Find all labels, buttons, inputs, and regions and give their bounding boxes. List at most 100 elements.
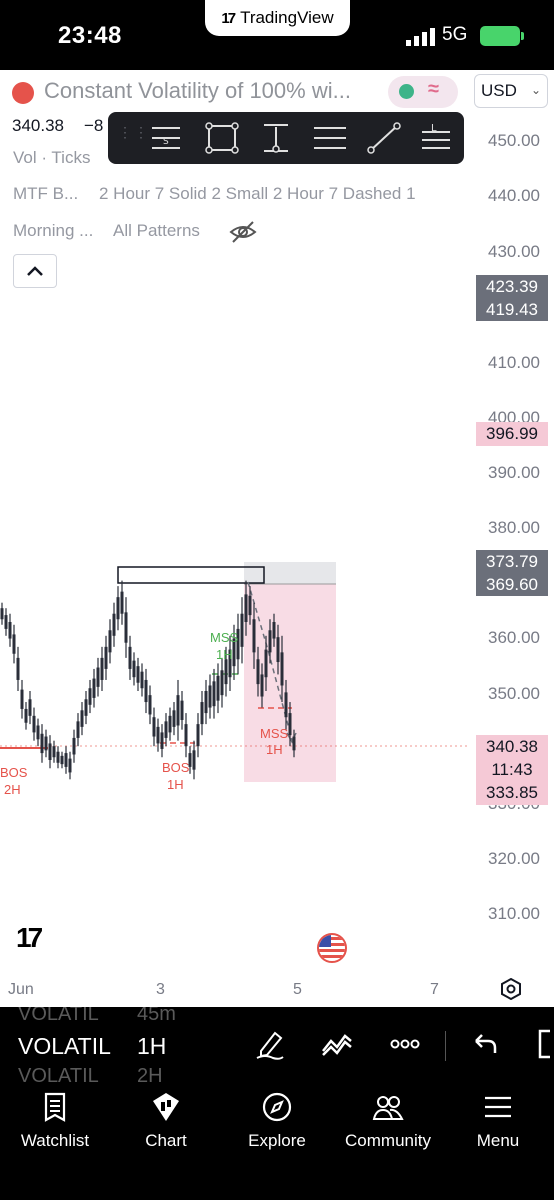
- symbol-title[interactable]: Constant Volatility of 100% wi...: [44, 78, 351, 104]
- price-tick: 360.00: [488, 628, 540, 647]
- candle-body: [84, 699, 88, 716]
- symbol-picker-next[interactable]: VOLATIL: [18, 1065, 99, 1087]
- candle-body: [92, 678, 96, 698]
- zone-header-box: [244, 562, 336, 584]
- symbol-toolbar: VOLATIL 45m VOLATIL 1H VOLATIL 2H: [0, 1007, 554, 1087]
- nav-menu[interactable]: Menu: [443, 1087, 553, 1167]
- chart-area[interactable]: 450.00 440.00 430.00 410.00 400.00 390.0…: [0, 70, 554, 1007]
- price-tag: 369.60: [476, 574, 548, 596]
- chevron-up-icon: [27, 266, 43, 276]
- candle-body: [268, 630, 272, 653]
- candle-body: [28, 699, 32, 716]
- rectangle-icon[interactable]: [204, 122, 240, 154]
- collapse-legend-button[interactable]: [13, 254, 57, 288]
- time-axis[interactable]: Jun 3 5 7: [0, 977, 554, 1007]
- candle-body: [184, 724, 188, 747]
- price-range-icon[interactable]: [258, 122, 294, 154]
- symbol-picker-prev[interactable]: VOLATIL: [18, 1007, 99, 1026]
- watchlist-icon: [44, 1092, 66, 1122]
- candle-body: [140, 671, 144, 689]
- candle-body: [220, 670, 224, 696]
- volume-label[interactable]: Vol · Ticks: [13, 148, 90, 168]
- indicator-settings-row1[interactable]: 2 Hour 7 Solid 2 Small 2 Hour 7 Dashed 1: [99, 184, 416, 204]
- symbol-picker[interactable]: VOLATIL: [18, 1033, 111, 1060]
- candle-body: [20, 689, 24, 709]
- interval-picker-prev[interactable]: 45m: [137, 1007, 176, 1026]
- indicator-morning[interactable]: Morning ...: [13, 221, 93, 241]
- candle-body: [116, 597, 120, 620]
- indicators-icon[interactable]: [320, 1027, 354, 1061]
- pen-draw-icon[interactable]: [253, 1027, 287, 1061]
- chart-settings-icon[interactable]: [500, 978, 522, 1000]
- indicator-mtf[interactable]: MTF B...: [13, 184, 78, 204]
- currency-select[interactable]: USD ⌄: [474, 74, 548, 108]
- candle-body: [12, 634, 16, 654]
- candle-body: [164, 721, 168, 738]
- bos-label: BOS: [162, 760, 190, 775]
- indicator-all-patterns[interactable]: All Patterns: [113, 221, 200, 241]
- signal-icon: [406, 28, 435, 46]
- tradingview-logo-icon: 17: [16, 922, 43, 953]
- candle-body: [32, 715, 36, 733]
- battery-tip: [521, 32, 524, 40]
- last-price: 340.38: [12, 116, 64, 135]
- chart-icon: [153, 1093, 179, 1121]
- nav-chart[interactable]: Chart: [111, 1087, 221, 1167]
- market-open-icon: [399, 84, 414, 99]
- candle-body: [76, 721, 80, 738]
- app-name: TradingView: [240, 8, 334, 27]
- candle-body: [148, 695, 152, 715]
- horizontal-line-icon[interactable]: S: [148, 122, 184, 154]
- status-time: 23:48: [58, 22, 122, 49]
- mss-label: MSS: [210, 630, 239, 645]
- price-tag: 373.79: [476, 550, 548, 574]
- candle-body: [240, 613, 244, 647]
- candle-body: [68, 758, 72, 773]
- candle-body: [72, 737, 76, 755]
- nav-label: Chart: [145, 1131, 187, 1150]
- time-tick: Jun: [8, 981, 34, 998]
- price-tick: 390.00: [488, 463, 540, 482]
- bos-timeframe: 2H: [4, 782, 21, 797]
- candle-body: [48, 743, 52, 760]
- tradingview-logo-icon: 17: [221, 9, 236, 27]
- candle-body: [284, 692, 288, 718]
- fullscreen-icon[interactable]: [532, 1027, 554, 1061]
- parallel-channel-icon[interactable]: [312, 122, 348, 154]
- nav-label: Menu: [476, 1131, 520, 1150]
- candle-body: [56, 751, 60, 763]
- eye-hidden-icon[interactable]: [229, 220, 257, 244]
- more-icon[interactable]: [388, 1027, 422, 1061]
- interval-picker[interactable]: 1H: [137, 1033, 166, 1060]
- bos-timeframe: 1H: [167, 777, 184, 792]
- nav-community[interactable]: Community: [333, 1087, 443, 1167]
- candle-body: [40, 733, 44, 754]
- price-tag: 396.99: [476, 422, 548, 446]
- price-chart[interactable]: [0, 70, 554, 1007]
- drag-handle-icon[interactable]: ⋮⋮: [118, 125, 150, 139]
- candle-body: [60, 755, 64, 765]
- long-position-icon[interactable]: L: [418, 122, 454, 154]
- us-flag-icon[interactable]: [317, 933, 347, 963]
- candle-body: [288, 713, 292, 736]
- candle-body: [292, 736, 296, 751]
- candle-body: [212, 681, 216, 707]
- price-change: −8: [84, 116, 104, 135]
- nav-watchlist[interactable]: Watchlist: [0, 1087, 110, 1167]
- undo-icon[interactable]: [468, 1027, 502, 1061]
- trend-line-icon[interactable]: [366, 122, 402, 154]
- candle-body: [208, 685, 212, 708]
- candle-body: [248, 595, 252, 616]
- price-tick: 380.00: [488, 518, 540, 537]
- bottom-navigation: Watchlist Chart Explore Community Menu: [0, 1087, 554, 1200]
- candle-body: [200, 702, 204, 725]
- nav-explore[interactable]: Explore: [222, 1087, 332, 1167]
- candle-body: [108, 630, 112, 653]
- candle-body: [192, 750, 196, 770]
- interval-picker-next[interactable]: 2H: [137, 1065, 163, 1087]
- candle-body: [104, 646, 108, 669]
- candle-body: [272, 622, 276, 639]
- chevron-down-icon: ⌄: [530, 83, 541, 97]
- symbol-logo-icon: [12, 82, 34, 104]
- candle-body: [8, 622, 12, 639]
